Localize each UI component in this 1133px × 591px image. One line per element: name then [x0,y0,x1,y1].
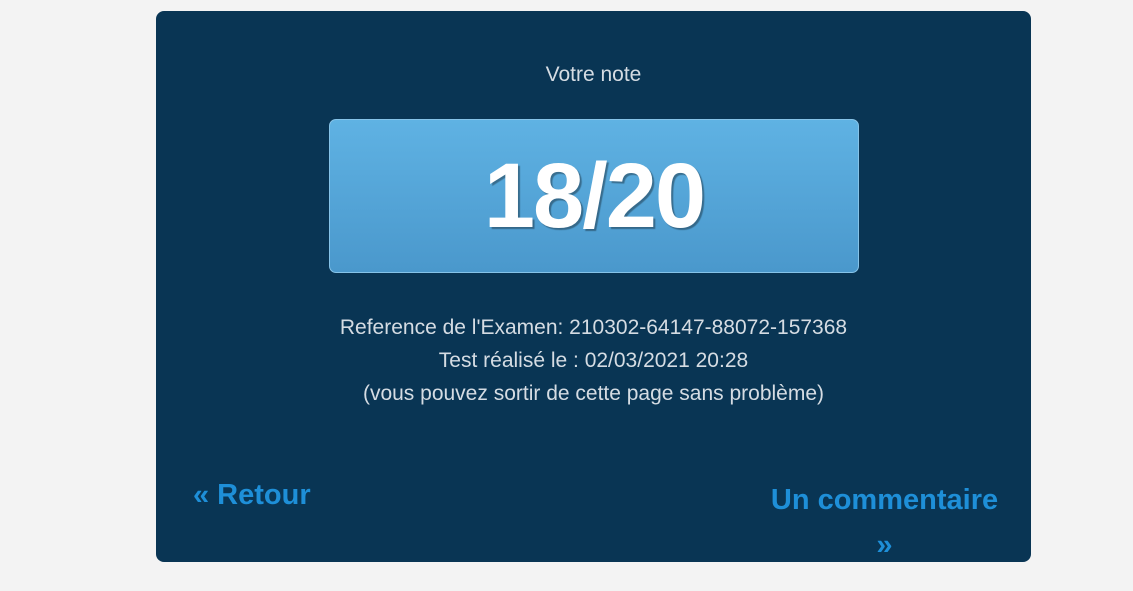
score-title: Votre note [545,63,642,86]
exam-reference: Reference de l'Examen: 210302-64147-8807… [339,316,848,339]
leave-page-note: (vous pouvez sortir de cette page sans p… [362,382,825,405]
comment-link[interactable]: Un commentaire » [766,478,1003,568]
score-value: 18/20 [483,145,706,247]
score-box: 18/20 [329,119,859,273]
exam-details: Reference de l'Examen: 210302-64147-8807… [156,311,1031,410]
result-card: Votre note 18/20 Reference de l'Examen: … [156,11,1031,562]
exam-date: Test réalisé le : 02/03/2021 20:28 [438,349,749,372]
back-link[interactable]: « Retour [193,478,311,512]
